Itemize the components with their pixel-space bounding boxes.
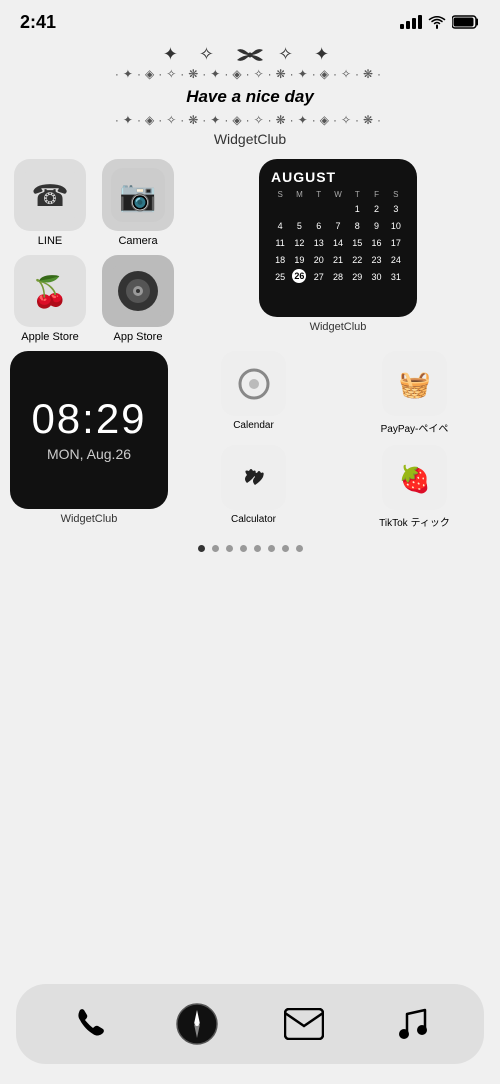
dock (16, 984, 484, 1064)
app-icons-left: ☎ LINE 📷 Camera 🍒 Apple Stor (10, 159, 178, 343)
cal-header-s2: S (387, 189, 405, 200)
calendar-ring-svg (229, 359, 279, 409)
cal-header-t2: T (348, 189, 366, 200)
svg-text:🍓: 🍓 (398, 464, 430, 494)
bow-decoration: ✦ ✧ ✧ ✦ (0, 44, 500, 65)
calendar-widget-label: WidgetClub (310, 321, 367, 333)
page-dot-6[interactable] (268, 545, 275, 552)
svg-text:📷: 📷 (119, 180, 156, 213)
cal-header-m: M (290, 189, 308, 200)
app-apple-store[interactable]: 🍒 Apple Store (10, 255, 90, 343)
clock-widget-container: 08:29 MON, Aug.26 WidgetClub (10, 351, 168, 525)
camera-svg: 📷 (111, 168, 165, 222)
calendar-grid: S M T W T F S 1 2 3 4 5 6 7 8 (271, 189, 405, 285)
dock-music-icon (393, 1004, 429, 1044)
wifi-icon (428, 15, 446, 29)
page-dot-7[interactable] (282, 545, 289, 552)
bow-icon (235, 45, 265, 65)
nice-day-text: Have a nice day (0, 87, 500, 107)
app-camera[interactable]: 📷 Camera (98, 159, 178, 247)
app-calculator-label: Calculator (231, 514, 276, 525)
sparkle-row-2: ·✦·◈·✧·❋·✦·◈·✧·❋·✦·◈·✧·❋· (0, 113, 500, 127)
vinyl-svg (111, 264, 165, 318)
app-line[interactable]: ☎ LINE (10, 159, 90, 247)
app-paypay[interactable]: 🧺 PayPay-ペイペ (339, 351, 490, 435)
cal-header-w: W (329, 189, 347, 200)
calendar-widget-container: AUGUST S M T W T F S 1 2 3 4 5 6 (186, 159, 490, 333)
status-icons (400, 15, 480, 29)
app-calculator[interactable]: Calculator (178, 445, 329, 529)
page-dot-4[interactable] (240, 545, 247, 552)
main-content-row1: ☎ LINE 📷 Camera 🍒 Apple Stor (0, 159, 500, 343)
small-icons-grid: Calendar 🧺 PayPay-ペイペ Calcul (178, 351, 490, 529)
calendar-widget[interactable]: AUGUST S M T W T F S 1 2 3 4 5 6 (259, 159, 417, 317)
dock-music[interactable] (383, 996, 439, 1052)
app-calculator-icon (221, 445, 286, 510)
app-tiktok-label: TikTok ティック (379, 514, 450, 529)
app-tiktok[interactable]: 🍓 TikTok ティック (339, 445, 490, 529)
app-tiktok-icon: 🍓 (382, 445, 447, 510)
svg-text:🧺: 🧺 (398, 369, 430, 399)
app-app-store-icon (102, 255, 174, 327)
page-dot-5[interactable] (254, 545, 261, 552)
dock-phone[interactable] (62, 996, 118, 1052)
app-app-store[interactable]: App Store (98, 255, 178, 343)
calendar-month: AUGUST (271, 169, 405, 185)
page-dot-8[interactable] (296, 545, 303, 552)
cal-header-f: F (367, 189, 385, 200)
app-line-label: LINE (38, 235, 62, 247)
page-dot-3[interactable] (226, 545, 233, 552)
cal-header-s: S (271, 189, 289, 200)
app-app-store-label: App Store (114, 331, 163, 343)
dock-phone-icon (70, 1004, 110, 1044)
telephone-svg: ☎ (23, 168, 77, 222)
app-apple-store-label: Apple Store (21, 331, 78, 343)
status-bar: 2:41 (0, 0, 500, 40)
svg-text:☎: ☎ (31, 180, 68, 213)
dock-safari[interactable] (169, 996, 225, 1052)
clock-time: 08:29 (31, 398, 146, 440)
app-camera-label: Camera (118, 235, 157, 247)
app-calendar[interactable]: Calendar (178, 351, 329, 435)
hearts-svg (229, 453, 279, 503)
signal-icon (400, 15, 422, 29)
svg-text:🍒: 🍒 (31, 274, 68, 310)
dock-mail-icon (284, 1008, 324, 1040)
clock-widget-label: WidgetClub (61, 513, 118, 525)
cal-header-t: T (310, 189, 328, 200)
calendar-today: 26 (292, 269, 306, 283)
clock-widget[interactable]: 08:29 MON, Aug.26 (10, 351, 168, 509)
page-dot-1[interactable] (198, 545, 205, 552)
basket-svg: 🧺 (390, 359, 440, 409)
clock-date: MON, Aug.26 (47, 446, 131, 462)
app-calendar-icon (221, 351, 286, 416)
widget-row: 08:29 MON, Aug.26 WidgetClub Calendar 🧺 (0, 351, 500, 529)
app-apple-store-icon: 🍒 (14, 255, 86, 327)
app-paypay-label: PayPay-ペイペ (381, 420, 449, 435)
page-dot-2[interactable] (212, 545, 219, 552)
app-paypay-icon: 🧺 (382, 351, 447, 416)
sparkle-row-1: ·✦·◈·✧·❋·✦·◈·✧·❋·✦·◈·✧·❋· (0, 67, 500, 81)
app-calendar-label: Calendar (233, 420, 274, 431)
app-camera-icon: 📷 (102, 159, 174, 231)
battery-icon (452, 15, 480, 29)
app-line-icon: ☎ (14, 159, 86, 231)
dock-safari-icon (175, 1002, 219, 1046)
header-decoration: ✦ ✧ ✧ ✦ ·✦·◈·✧·❋·✦·◈·✧·❋·✦·◈·✧·❋· Have a… (0, 40, 500, 155)
status-time: 2:41 (20, 12, 56, 33)
strawberry-svg: 🍓 (390, 453, 440, 503)
cherry-svg: 🍒 (23, 264, 77, 318)
widget-club-header-label: WidgetClub (0, 131, 500, 147)
dock-mail[interactable] (276, 996, 332, 1052)
page-dots (0, 545, 500, 552)
